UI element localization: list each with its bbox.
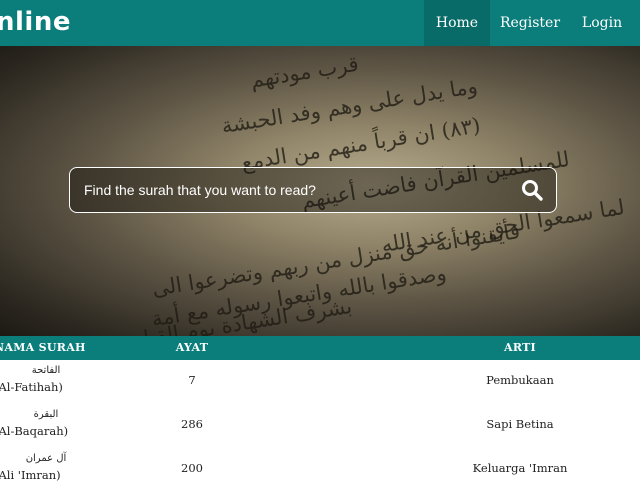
surah-arabic-name: البقرة xyxy=(33,409,59,420)
surah-latin-name: (Al-Baqarah) xyxy=(0,424,69,438)
surah-search-input[interactable] xyxy=(84,168,504,211)
nav-home-link[interactable]: Home xyxy=(424,0,490,46)
surah-arabic-name: الفاتحة xyxy=(31,365,61,376)
surah-ayat-count: 286 xyxy=(181,417,203,431)
surah-meaning: Pembukaan xyxy=(486,373,554,387)
table-row[interactable]: البقرة (Al-Baqarah) 286 Sapi Betina xyxy=(0,404,640,447)
site-brand[interactable]: nline xyxy=(0,4,71,40)
surah-meaning: Sapi Betina xyxy=(486,417,554,431)
table-row[interactable]: الفاتحة (Al-Fatihah) 7 Pembukaan xyxy=(0,360,640,403)
column-header-ayat: AYAT xyxy=(175,341,209,354)
surah-table-header: NAMA SURAH AYAT ARTI xyxy=(0,336,640,360)
surah-ayat-count: 200 xyxy=(181,461,203,475)
nav-login-link[interactable]: Login xyxy=(570,0,634,46)
table-row[interactable]: آل عمران (Ali 'Imran) 200 Keluarga 'Imra… xyxy=(0,448,640,481)
surah-arabic-name: آل عمران xyxy=(25,453,67,464)
search-icon xyxy=(522,180,543,201)
surah-ayat-count: 7 xyxy=(188,373,196,387)
hero-banner: قرب مودتهم وما يدل على وهم وفد الحبشة (٨… xyxy=(0,46,640,336)
search-button[interactable] xyxy=(520,178,544,202)
surah-meaning: Keluarga 'Imran xyxy=(472,461,568,475)
column-header-arti: ARTI xyxy=(503,341,536,354)
hero-quran-text: قرب مودتهم xyxy=(248,51,361,93)
nav-register-link[interactable]: Register xyxy=(492,0,568,46)
surah-latin-name: (Al-Fatihah) xyxy=(0,380,63,394)
search-box xyxy=(69,167,557,213)
column-header-nama-surah: NAMA SURAH xyxy=(0,341,86,354)
navbar: nline Home Register Login xyxy=(0,0,640,46)
surah-latin-name: (Ali 'Imran) xyxy=(0,468,61,481)
